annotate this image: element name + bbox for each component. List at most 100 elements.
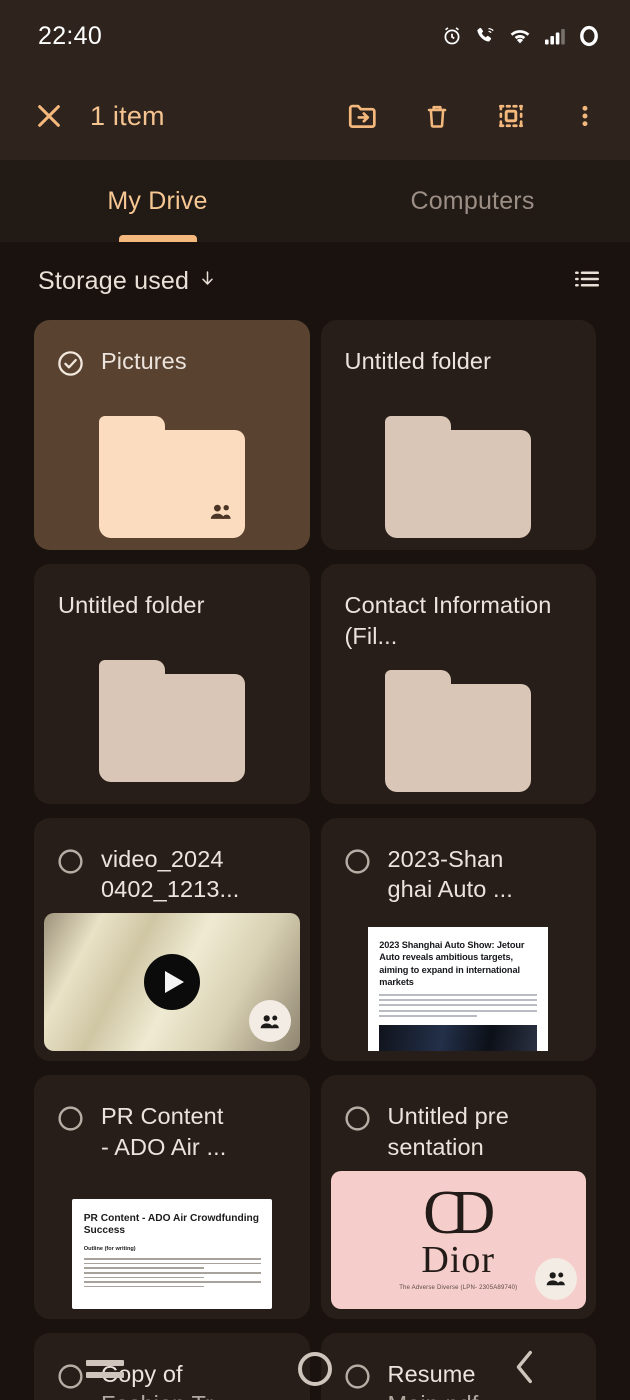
circle-outline-icon[interactable] <box>56 847 85 881</box>
file-card-copy-of-fashion[interactable]: Copy of Fashion Tr... <box>34 1332 310 1400</box>
slide-body-lines <box>83 1258 261 1288</box>
tab-active-indicator <box>118 235 197 242</box>
call-wifi-icon <box>474 25 497 47</box>
file-name: Copy of Fashion Tr... <box>101 1359 232 1400</box>
tab-computers-label: Computers <box>410 186 535 215</box>
folder-body <box>385 430 532 538</box>
file-card-shanghai-auto[interactable]: 2023-Shan ghai Auto ... 2023 Shanghai Au… <box>320 817 597 1062</box>
file-card-untitled-folder-1[interactable]: Untitled folder <box>320 320 597 550</box>
file-name: PR Content - ADO Air ... <box>101 1101 226 1163</box>
file-name-line-2: - ADO Air ... <box>101 1133 227 1160</box>
file-card-untitled-folder-2[interactable]: Untitled folder <box>34 564 310 804</box>
thumbnail-wrap: 2023 Shanghai Auto Show: Jetour Auto rev… <box>321 905 597 1061</box>
folder-icon <box>385 416 532 538</box>
thumbnail-wrap: CD Dior The Adverse Diverse (LPN- 2305A8… <box>321 1163 597 1319</box>
file-name-line-1: PR Content <box>101 1103 224 1130</box>
alarm-icon <box>441 25 463 47</box>
file-name-line-2: sentation <box>387 1133 484 1160</box>
signal-icon <box>543 26 567 46</box>
file-card-contact-information[interactable]: Contact Information (Fil... <box>320 564 597 804</box>
folder-art <box>321 652 597 804</box>
tab-my-drive-label: My Drive <box>107 186 208 215</box>
news-page: 2023 Shanghai Auto Show: Jetour Auto rev… <box>368 927 549 1052</box>
status-bar: 22:40 <box>0 0 630 72</box>
file-name: Pictures <box>101 348 187 374</box>
status-clock: 22:40 <box>38 21 103 50</box>
file-name-line-1: 2023-Shan <box>387 845 504 872</box>
card-header: video_2024 0402_1213... <box>34 818 310 906</box>
sort-by-label: Storage used <box>38 266 190 295</box>
file-name-line-1: video_2024 <box>101 845 224 872</box>
file-name-line-2: ghai Auto ... <box>387 876 513 903</box>
thumbnail-wrap <box>34 905 310 1061</box>
sort-by-button[interactable]: Storage used <box>38 267 217 296</box>
selection-count-label: 1 item <box>90 100 165 131</box>
file-name-line-1: Copy of <box>101 1360 183 1387</box>
drive-screen: 22:40 1 item My Drive Computers Storage … <box>0 0 630 1400</box>
card-header: PR Content - ADO Air ... <box>34 1075 310 1163</box>
news-headline: 2023 Shanghai Auto Show: Jetour Auto rev… <box>379 940 525 987</box>
folder-art <box>34 642 310 794</box>
file-card-untitled-presentation[interactable]: Untitled pre sentation CD Dior The Adver… <box>320 1075 597 1319</box>
move-to-folder-button[interactable] <box>342 95 384 137</box>
slide-page: PR Content - ADO Air Crowdfunding Succes… <box>71 1198 272 1309</box>
shared-people-icon <box>535 1257 577 1300</box>
dior-monogram: CD <box>423 1179 495 1248</box>
file-name: video_2024 0402_1213... <box>101 844 239 906</box>
dior-thumbnail: CD Dior The Adverse Diverse (LPN- 2305A8… <box>330 1170 586 1309</box>
card-header: Untitled folder <box>321 320 597 398</box>
slide-thumbnail: PR Content - ADO Air Crowdfunding Succes… <box>44 1170 300 1309</box>
document-thumbnail: 2023 Shanghai Auto Show: Jetour Auto rev… <box>330 913 586 1052</box>
file-name-line-2: Main.pdf <box>388 1389 479 1400</box>
folder-icon <box>98 416 245 538</box>
folder-icon <box>385 669 532 792</box>
file-name-line-1: Resume <box>387 1360 476 1387</box>
tab-computers[interactable]: Computers <box>315 160 630 242</box>
file-name-line-2: Fashion Tr... <box>101 1389 232 1400</box>
tab-bar: My Drive Computers <box>0 160 630 242</box>
folder-icon <box>98 660 245 782</box>
more-options-button[interactable] <box>564 95 606 137</box>
sort-bar: Storage used <box>0 242 630 320</box>
status-icon-group <box>441 24 600 48</box>
thumbnail-wrap: PR Content - ADO Air Crowdfunding Succes… <box>34 1163 310 1319</box>
file-grid: Pictures Untitled folder Untitled folder… <box>0 320 630 1400</box>
card-header: Untitled folder <box>34 564 310 642</box>
news-body-lines <box>379 994 538 1017</box>
file-name: Untitled folder <box>344 348 491 374</box>
card-header: Contact Information (Fil... <box>321 564 597 652</box>
file-card-pr-content[interactable]: PR Content - ADO Air ... PR Content - AD… <box>34 1075 310 1319</box>
select-all-button[interactable] <box>490 95 532 137</box>
tab-my-drive[interactable]: My Drive <box>0 160 315 242</box>
card-header: Pictures <box>34 320 310 398</box>
file-name: Untitled folder <box>58 592 205 618</box>
check-circle-filled-icon[interactable] <box>56 349 85 383</box>
battery-icon <box>578 24 600 48</box>
slide-title: PR Content - ADO Air Crowdfunding Succes… <box>83 1212 259 1236</box>
news-photo <box>379 1025 538 1052</box>
folder-art <box>34 398 310 550</box>
dior-wordmark: Dior <box>421 1239 496 1282</box>
delete-button[interactable] <box>416 95 458 137</box>
circle-outline-icon[interactable] <box>343 847 372 881</box>
shared-people-icon <box>248 1000 291 1043</box>
file-card-pictures[interactable]: Pictures <box>34 320 310 550</box>
circle-outline-icon[interactable] <box>343 1104 372 1138</box>
circle-outline-icon[interactable] <box>343 1362 372 1396</box>
play-icon[interactable] <box>143 954 200 1011</box>
arrow-down-icon <box>198 267 217 296</box>
file-name: Untitled pre sentation <box>388 1101 509 1163</box>
circle-outline-icon[interactable] <box>56 1362 85 1396</box>
folder-body <box>385 683 532 792</box>
folder-body <box>98 674 245 782</box>
file-name: Contact Information (Fil... <box>344 592 552 649</box>
file-card-video[interactable]: video_2024 0402_1213... <box>34 817 310 1062</box>
folder-art <box>321 398 597 550</box>
circle-outline-icon[interactable] <box>56 1104 85 1138</box>
card-header: 2023-Shan ghai Auto ... <box>321 818 597 906</box>
close-selection-button[interactable] <box>26 93 72 139</box>
list-view-toggle[interactable] <box>570 264 604 299</box>
file-name-line-1: Untitled pre <box>387 1103 509 1130</box>
file-card-resume[interactable]: Resume Main.pdf <box>320 1332 596 1400</box>
video-thumbnail <box>44 913 300 1052</box>
